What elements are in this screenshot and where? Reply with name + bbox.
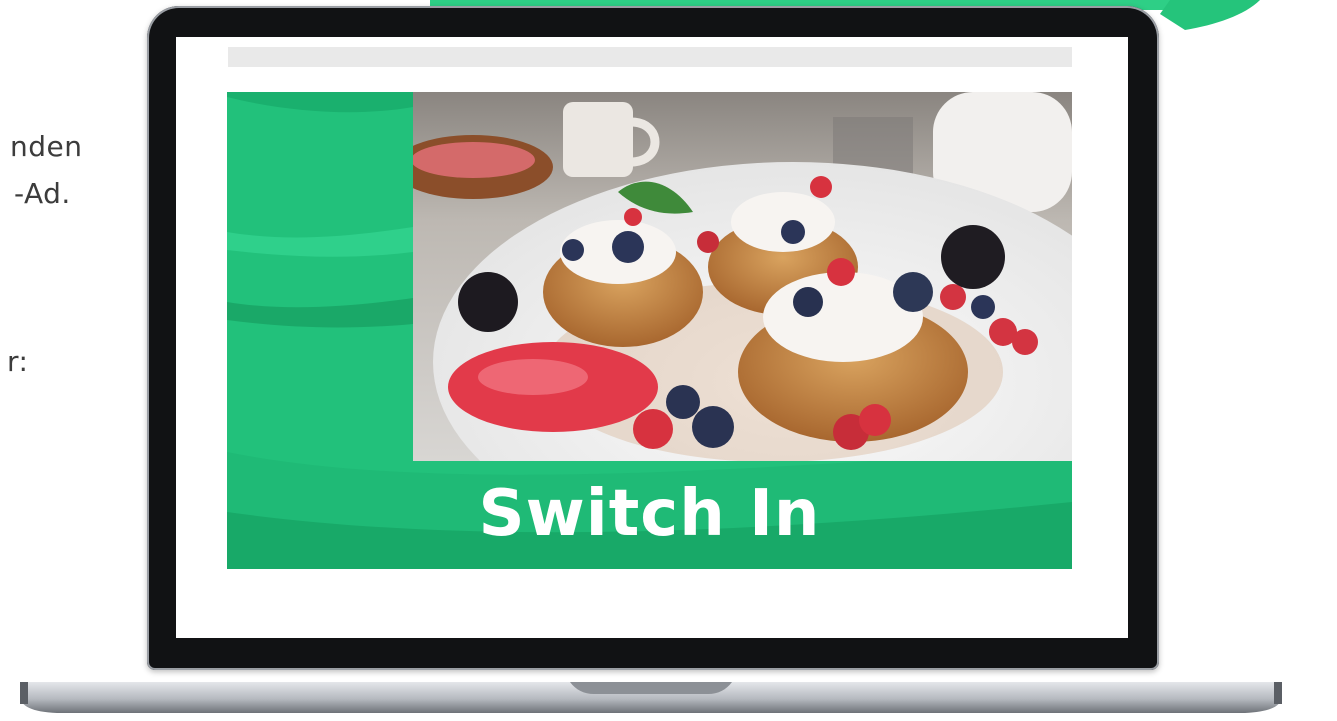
placeholder-bar — [228, 47, 1072, 67]
video-ad-banner[interactable]: Switch In — [227, 92, 1072, 569]
food-photo — [413, 92, 1072, 461]
laptop-base — [20, 682, 1282, 713]
side-text-line-2: -Ad. — [14, 177, 71, 210]
side-text-line-3: r: — [7, 345, 29, 378]
ad-headline: Switch In — [478, 477, 821, 551]
laptop-screen: Switch In — [176, 37, 1128, 638]
side-text-line-1: nden — [10, 130, 83, 163]
